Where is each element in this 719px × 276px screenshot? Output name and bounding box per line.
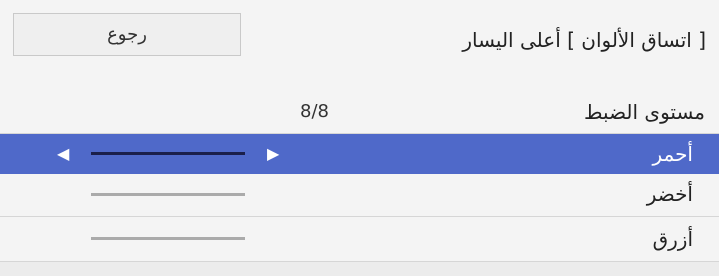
- arrow-right-icon[interactable]: ▶: [267, 144, 279, 163]
- color-label-green: أخضر: [646, 182, 693, 206]
- green-slider[interactable]: [91, 193, 245, 196]
- adjust-level-value: 8/8: [300, 101, 329, 122]
- color-label-red: أحمر: [652, 142, 693, 166]
- footer-strip: [0, 262, 719, 276]
- color-uniformity-dialog: رجوع [ اتساق الألوان ] أعلى اليسار 8/8 م…: [0, 0, 719, 276]
- back-button[interactable]: رجوع: [13, 13, 241, 56]
- dialog-header: رجوع [ اتساق الألوان ] أعلى اليسار: [0, 0, 719, 93]
- dialog-title: [ اتساق الألوان ] أعلى اليسار: [462, 28, 706, 52]
- red-slider[interactable]: [91, 152, 245, 155]
- color-row-blue[interactable]: أزرق: [0, 217, 719, 262]
- color-row-red[interactable]: ◀ ▶ أحمر: [0, 134, 719, 174]
- color-row-green[interactable]: أخضر: [0, 174, 719, 217]
- adjust-level-label: مستوى الضبط: [584, 100, 705, 124]
- adjust-level-row[interactable]: 8/8 مستوى الضبط: [0, 92, 719, 134]
- blue-slider[interactable]: [91, 237, 245, 240]
- arrow-left-icon[interactable]: ◀: [57, 144, 69, 163]
- color-label-blue: أزرق: [652, 227, 693, 251]
